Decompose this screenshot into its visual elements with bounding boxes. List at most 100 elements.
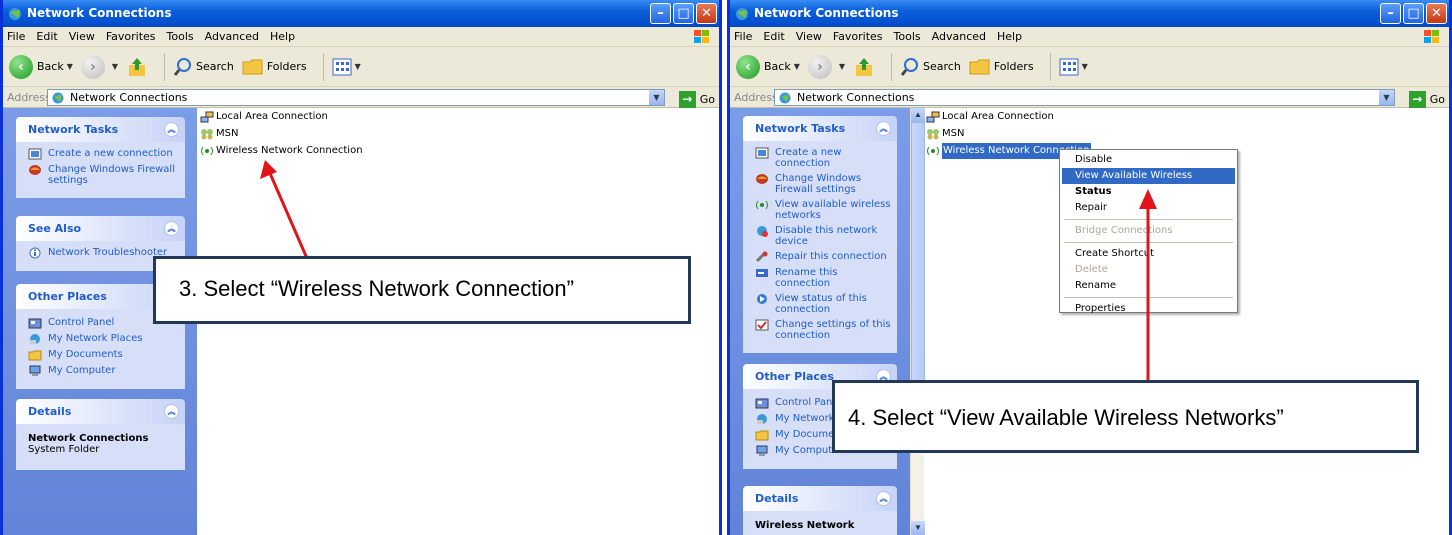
task-firewall-settings[interactable]: Change Windows Firewall settings xyxy=(755,173,891,195)
connection-wireless[interactable]: Wireless Network Connection xyxy=(200,142,363,159)
task-firewall-settings[interactable]: Change Windows Firewall settings xyxy=(28,164,179,186)
connection-local-area[interactable]: Local Area Connection xyxy=(926,108,1091,125)
search-button[interactable]: Search xyxy=(173,57,234,77)
address-dropdown-icon[interactable]: ▼ xyxy=(649,90,664,105)
dropdown-arrow-icon[interactable]: ▼ xyxy=(112,62,118,71)
menu-favorites[interactable]: Favorites xyxy=(833,30,883,43)
network-connections-icon xyxy=(779,92,791,104)
menu-item-create-shortcut[interactable]: Create Shortcut xyxy=(1062,246,1235,262)
scrollbar-thumb[interactable] xyxy=(911,122,925,422)
place-my-documents[interactable]: My Documents xyxy=(28,349,179,361)
connection-local-area[interactable]: Local Area Connection xyxy=(200,108,363,125)
go-button[interactable]: → Go xyxy=(678,89,715,110)
instruction-callout: 3. Select “Wireless Network Connection” xyxy=(153,256,691,324)
folders-button[interactable]: Folders xyxy=(969,57,1034,77)
collapse-chevron-icon[interactable]: ︽ xyxy=(164,122,179,137)
dropdown-arrow-icon[interactable]: ▼ xyxy=(839,62,845,71)
forward-button[interactable]: › ▼ xyxy=(807,54,845,79)
menu-view[interactable]: View xyxy=(69,30,95,43)
address-dropdown-icon[interactable]: ▼ xyxy=(1379,90,1394,105)
menu-help[interactable]: Help xyxy=(270,30,295,43)
views-button[interactable]: ▼ xyxy=(332,58,361,76)
search-icon xyxy=(173,57,192,76)
close-button[interactable]: ✕ xyxy=(696,3,717,24)
collapse-chevron-icon[interactable]: ︽ xyxy=(876,491,891,506)
dropdown-arrow-icon[interactable]: ▼ xyxy=(794,62,800,71)
title-bar[interactable]: Network Connections – □ ✕ xyxy=(730,0,1449,27)
address-field[interactable]: Network Connections ▼ xyxy=(47,89,665,106)
close-button[interactable]: ✕ xyxy=(1426,3,1447,24)
menu-item-view-available-wireless-networks[interactable]: View Available Wireless Networks xyxy=(1062,168,1235,197)
menu-favorites[interactable]: Favorites xyxy=(106,30,156,43)
menu-item-rename[interactable]: Rename xyxy=(1062,278,1235,294)
collapse-chevron-icon[interactable]: ︽ xyxy=(164,221,179,236)
views-grid-icon xyxy=(332,58,352,75)
toolbar-separator xyxy=(1049,52,1051,81)
scroll-down-icon[interactable]: ▼ xyxy=(911,521,925,535)
collapse-chevron-icon[interactable]: ︽ xyxy=(164,404,179,419)
task-repair-connection[interactable]: Repair this connection xyxy=(755,251,891,263)
go-button[interactable]: → Go xyxy=(1408,89,1445,110)
task-view-wireless-networks[interactable]: View available wireless networks xyxy=(755,199,891,221)
msn-butterfly-icon xyxy=(201,128,213,139)
title-bar[interactable]: Network Connections – □ ✕ xyxy=(3,0,719,27)
up-folder-button[interactable] xyxy=(126,56,148,78)
menu-tools[interactable]: Tools xyxy=(894,30,921,43)
task-change-settings[interactable]: Change settings of this connection xyxy=(755,319,891,341)
network-tasks-header[interactable]: Network Tasks ︽ xyxy=(16,117,185,142)
menu-edit[interactable]: Edit xyxy=(763,30,784,43)
connection-msn[interactable]: MSN xyxy=(200,125,363,142)
task-view-status[interactable]: View status of this connection xyxy=(755,293,891,315)
details-header[interactable]: Details ︽ xyxy=(16,399,185,424)
wireless-icon xyxy=(756,200,768,210)
dropdown-arrow-icon[interactable]: ▼ xyxy=(355,62,361,71)
connection-msn[interactable]: MSN xyxy=(926,125,1091,142)
menu-tools[interactable]: Tools xyxy=(167,30,194,43)
address-field[interactable]: Network Connections ▼ xyxy=(774,89,1395,106)
minimize-button[interactable]: – xyxy=(650,3,671,24)
menu-file[interactable]: File xyxy=(734,30,752,43)
task-create-connection[interactable]: Create a new connection xyxy=(28,148,179,160)
menu-advanced[interactable]: Advanced xyxy=(932,30,986,43)
views-button[interactable]: ▼ xyxy=(1059,58,1088,76)
menu-edit[interactable]: Edit xyxy=(36,30,57,43)
back-button[interactable]: ‹ Back ▼ xyxy=(736,54,800,79)
place-my-network-places[interactable]: My Network Places xyxy=(28,333,179,345)
place-my-computer[interactable]: My Computer xyxy=(28,365,179,377)
menu-item-disable[interactable]: Disable xyxy=(1062,152,1235,168)
task-create-connection[interactable]: Create a new connection xyxy=(755,147,891,169)
menu-item-properties[interactable]: Properties xyxy=(1062,301,1235,317)
folders-button[interactable]: Folders xyxy=(242,57,307,77)
collapse-chevron-icon[interactable]: ︽ xyxy=(876,121,891,136)
back-button[interactable]: ‹ Back ▼ xyxy=(9,54,73,79)
details-header[interactable]: Details ︽ xyxy=(743,486,897,511)
toolbar: ‹ Back ▼ › ▼ Search Folders ▼ xyxy=(730,47,1449,87)
address-label: Address xyxy=(7,91,51,104)
minimize-button[interactable]: – xyxy=(1380,3,1401,24)
computer-icon xyxy=(29,365,41,376)
forward-button[interactable]: › ▼ xyxy=(80,54,118,79)
see-also-header[interactable]: See Also ︽ xyxy=(16,216,185,241)
task-rename-connection[interactable]: Rename this connection xyxy=(755,267,891,289)
menu-file[interactable]: File xyxy=(7,30,25,43)
menu-view[interactable]: View xyxy=(796,30,822,43)
window-title: Network Connections xyxy=(27,6,172,20)
control-panel-icon xyxy=(28,318,42,329)
menu-item-repair[interactable]: Repair xyxy=(1062,200,1235,216)
menu-item-status[interactable]: Status xyxy=(1062,184,1235,200)
maximize-button[interactable]: □ xyxy=(673,3,694,24)
task-pane-scrollbar[interactable]: ▲ ▼ xyxy=(910,108,925,535)
menu-advanced[interactable]: Advanced xyxy=(205,30,259,43)
menu-help[interactable]: Help xyxy=(997,30,1022,43)
window-title: Network Connections xyxy=(754,6,899,20)
maximize-button[interactable]: □ xyxy=(1403,3,1424,24)
network-places-icon xyxy=(30,334,40,344)
task-disable-device[interactable]: Disable this network device xyxy=(755,225,891,247)
dropdown-arrow-icon[interactable]: ▼ xyxy=(1082,62,1088,71)
scroll-up-icon[interactable]: ▲ xyxy=(911,108,925,122)
dropdown-arrow-icon[interactable]: ▼ xyxy=(67,62,73,71)
search-button[interactable]: Search xyxy=(900,57,961,77)
network-tasks-header[interactable]: Network Tasks ︽ xyxy=(743,116,897,141)
up-folder-button[interactable] xyxy=(853,56,875,78)
menu-bar: File Edit View Favorites Tools Advanced Help xyxy=(3,27,719,47)
